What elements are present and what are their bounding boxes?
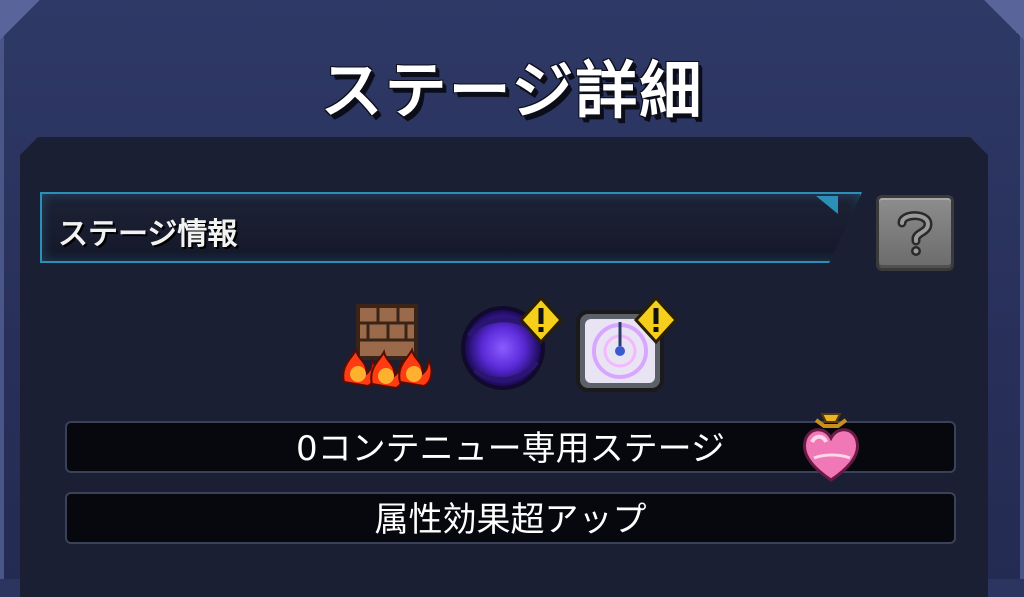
frame-corner-left	[0, 0, 40, 40]
stage-effect-text: 属性効果超アップ	[374, 500, 647, 540]
question-mark-icon	[897, 211, 933, 256]
help-button[interactable]	[876, 195, 954, 271]
stage-info-label: ステージ情報	[58, 217, 238, 252]
heart-potion-icon	[800, 410, 862, 482]
stage-effect-row: 属性効果超アップ	[65, 492, 956, 544]
black-hole-icon	[455, 295, 564, 396]
warp-icon	[572, 295, 679, 396]
frame-corner-right	[984, 0, 1024, 40]
dialog-title: ステージ詳細	[320, 54, 704, 127]
damage-wall-icon	[338, 296, 433, 396]
